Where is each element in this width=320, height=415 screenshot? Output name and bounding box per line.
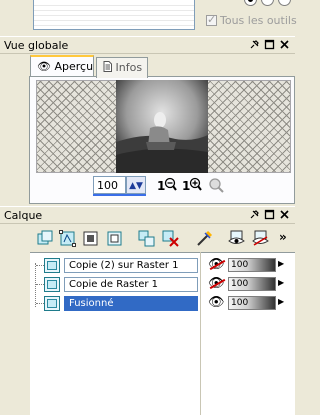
mode-radio-2[interactable] [261,0,274,6]
maximize-icon[interactable] [263,39,276,52]
layer-opacity[interactable]: 100 [228,296,276,310]
image-thumbnail[interactable] [116,80,208,173]
document-icon [103,61,116,74]
zoom-input[interactable] [93,176,126,194]
layer-name[interactable]: Copie (2) sur Raster 1 [64,258,198,273]
mode-radio-3[interactable] [278,0,291,6]
layer-controls: 👁 100 ▶ [206,295,295,311]
tool-options-area [33,0,195,30]
new-raster-layer-icon[interactable] [37,230,54,247]
layer-opacity[interactable]: 100 [228,258,276,272]
zoom-out-icon[interactable]: 1 [156,176,178,194]
eye-icon[interactable]: 👁 [208,296,226,310]
zoom-spinner[interactable]: ▲▼ [126,176,146,194]
visibility-hidden-icon[interactable]: 👁 [208,277,226,291]
layer-row[interactable]: Copie (2) sur Raster 1 [30,257,200,274]
zoom-slider-bar[interactable] [93,194,146,196]
svg-text:1: 1 [182,179,190,193]
new-adjustment-layer-icon[interactable] [106,230,123,247]
visibility-hidden-icon[interactable]: 👁 [208,258,226,272]
zoom-in-icon[interactable]: 1 [181,176,203,194]
layer-controls: 👁 100 ▶ [206,257,295,273]
zoom-actual-icon [206,176,228,194]
close-icon[interactable] [278,209,291,222]
layers-panel-title: Calque [4,209,43,222]
opacity-arrow-icon[interactable]: ▶ [278,259,284,268]
layer-controls: 👁 100 ▶ [206,276,295,292]
edit-selection-icon[interactable] [196,230,213,247]
tab-infos[interactable]: Infos [96,57,148,78]
layer-opacity[interactable]: 100 [228,277,276,291]
maximize-icon[interactable] [263,209,276,222]
layers-toolbar: » [30,228,295,252]
tab-apercu[interactable]: 👁 Aperçu [30,55,94,76]
layer-name[interactable]: Fusionné [64,296,198,311]
layer-row[interactable]: Copie de Raster 1 [30,276,200,293]
tab-apercu-label: Aperçu [54,60,94,73]
tool-options-right: Tous les outils [200,0,297,33]
opacity-arrow-icon[interactable]: ▶ [278,278,284,287]
layers-divider [200,252,201,415]
pin-icon[interactable] [248,39,261,52]
eye-icon: 👁 [37,60,51,73]
new-mask-layer-icon[interactable] [82,230,99,247]
duplicate-layer-icon[interactable] [138,230,155,247]
zoom-controls: ▲▼ 1 1 [93,176,243,196]
svg-text:1: 1 [157,179,165,193]
all-tools-checkbox[interactable] [206,13,217,26]
layers-list: Copie (2) sur Raster 1 Copie de Raster 1… [30,252,295,415]
close-icon[interactable] [278,39,291,52]
overview-panel-title: Vue globale [4,39,69,52]
layer-name[interactable]: Copie de Raster 1 [64,277,198,292]
mode-radio-1[interactable] [244,0,257,6]
show-all-layers-icon[interactable] [228,230,245,247]
overview-tabs: 👁 Aperçu Infos [30,55,210,78]
raster-layer-icon [44,296,60,311]
opacity-arrow-icon[interactable]: ▶ [278,297,284,306]
raster-layer-icon [44,277,60,292]
more-icon[interactable]: » [279,230,296,247]
hide-all-layers-icon[interactable] [252,230,269,247]
pin-icon[interactable] [248,209,261,222]
overview-panel-header: Vue globale [0,36,295,54]
new-vector-layer-icon[interactable] [59,230,76,247]
all-tools-label: Tous les outils [220,14,297,27]
layer-row-selected[interactable]: Fusionné [30,295,200,312]
delete-layer-icon[interactable] [162,230,179,247]
tab-infos-label: Infos [115,61,143,74]
raster-layer-icon [44,258,60,273]
layers-panel-header: Calque [0,206,295,224]
